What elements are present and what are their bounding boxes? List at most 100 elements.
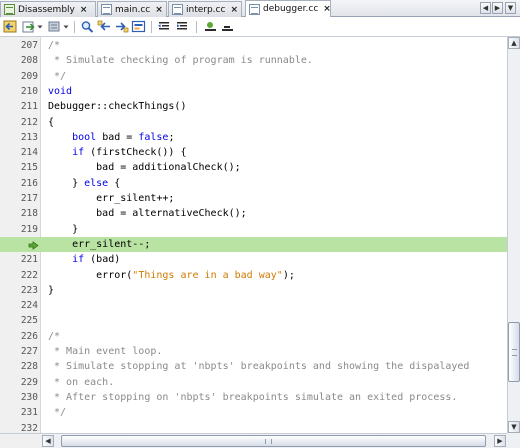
code-line[interactable]: 225 xyxy=(0,313,507,328)
macro-record-icon xyxy=(205,22,216,31)
shift-line-left-button[interactable] xyxy=(157,20,172,33)
code-line[interactable]: 211 Debugger::checkThings() xyxy=(0,99,507,114)
code-line[interactable]: 207 /* xyxy=(0,38,507,53)
code-text: Debugger::checkThings() xyxy=(48,99,186,114)
line-number: 223 xyxy=(20,284,38,296)
code-token: bad = alternativeCheck(); xyxy=(48,208,247,220)
scroll-up-button[interactable]: ▲ xyxy=(508,37,520,49)
keyword-token: false xyxy=(138,131,169,143)
code-line[interactable]: 212 { xyxy=(0,115,507,130)
code-text: bool bad = false; xyxy=(48,130,174,145)
code-line[interactable]: 217 err_silent++; xyxy=(0,191,507,206)
close-icon[interactable]: × xyxy=(155,5,163,15)
keyword-token: void xyxy=(48,85,73,97)
code-token: } xyxy=(48,223,79,235)
code-line[interactable]: 210 void xyxy=(0,84,507,99)
uncomment-button[interactable] xyxy=(220,20,235,33)
comment-token: * Simulate checking of program is runnab… xyxy=(48,55,313,67)
tab-label: Disassembly xyxy=(18,4,75,15)
scroll-tabs-left-button[interactable]: ◀ xyxy=(480,2,491,14)
comment-token: /* xyxy=(48,40,61,51)
tab-list-dropdown-button[interactable]: ▼ xyxy=(505,2,516,14)
line-number: 219 xyxy=(20,223,38,235)
code-line[interactable]: 224 xyxy=(0,298,507,313)
code-text: bad = additionalCheck(); xyxy=(48,160,241,175)
code-token: Debugger::checkThings() xyxy=(48,101,187,113)
code-text: error("Things are in a bad way"); xyxy=(48,268,295,283)
back-button[interactable] xyxy=(3,20,18,33)
code-token: err_silent--; xyxy=(48,238,151,250)
close-icon[interactable]: × xyxy=(80,5,88,15)
line-number: 218 xyxy=(20,208,38,220)
forward-dropdown[interactable] xyxy=(36,20,44,33)
scroll-tabs-right-button[interactable]: ▶ xyxy=(492,2,503,14)
previous-bookmark-icon xyxy=(97,20,110,31)
toggle-bookmark-icon xyxy=(131,20,146,33)
code-text: /* xyxy=(48,329,60,344)
find-button[interactable] xyxy=(80,20,95,33)
macro-stop-icon xyxy=(222,26,233,31)
toggle-highlight-button[interactable] xyxy=(131,20,146,33)
vertical-scrollbar[interactable]: ▲ ▼ xyxy=(507,37,520,433)
tab-label: interp.cc xyxy=(186,4,226,15)
tab-disassembly[interactable]: Disassembly × xyxy=(0,1,96,17)
scroll-down-button[interactable]: ▼ xyxy=(508,421,520,433)
code-line[interactable]: 221 if (bad) xyxy=(0,252,507,267)
tab-interp-cc[interactable]: interp.cc × xyxy=(168,1,242,17)
bookmarks-button[interactable] xyxy=(47,20,62,33)
code-line[interactable]: 208 * Simulate checking of program is ru… xyxy=(0,53,507,68)
code-editor[interactable]: 207 /* 208 * Simulate checking of program … xyxy=(0,37,507,433)
horizontal-scrollbar[interactable]: ◀ ▶ xyxy=(41,433,507,448)
bookmarks-dropdown[interactable] xyxy=(62,20,70,33)
code-line[interactable]: 218 bad = alternativeCheck(); xyxy=(0,206,507,221)
tab-debugger-cc[interactable]: debugger.cc × xyxy=(245,0,331,17)
code-line[interactable]: 222 error("Things are in a bad way"); xyxy=(0,268,507,283)
back-icon xyxy=(3,20,17,33)
tab-main-cc[interactable]: main.cc × xyxy=(97,1,167,17)
line-number: 211 xyxy=(20,101,38,113)
comment-token: */ xyxy=(48,70,67,82)
code-token: ; xyxy=(168,131,175,143)
cpp-file-icon xyxy=(172,4,183,15)
forward-button[interactable] xyxy=(22,20,37,33)
code-text: if (bad) xyxy=(48,252,120,267)
line-number: 226 xyxy=(20,330,38,342)
code-line[interactable]: 216 } else { xyxy=(0,176,507,191)
comment-button[interactable] xyxy=(203,20,218,33)
close-icon[interactable]: × xyxy=(323,4,331,14)
code-line[interactable]: 214 if (firstCheck()) { xyxy=(0,145,507,160)
code-line[interactable]: 227 * Main event loop. xyxy=(0,344,507,359)
toolbar-separator xyxy=(196,21,197,33)
keyword-token: if xyxy=(72,147,85,159)
current-execution-line[interactable]: err_silent--; xyxy=(0,236,507,253)
code-text: * Main event loop. xyxy=(48,344,162,359)
editor-toolbar xyxy=(0,17,520,37)
scroll-right-button[interactable]: ▶ xyxy=(494,435,506,447)
horizontal-scroll-thumb[interactable] xyxy=(61,435,486,447)
close-icon[interactable]: × xyxy=(230,5,238,15)
line-number: 232 xyxy=(20,422,38,434)
code-line[interactable]: 230 * After stopping on 'nbpts' breakpoi… xyxy=(0,390,507,405)
line-number: 207 xyxy=(20,40,38,51)
code-text: } xyxy=(48,283,54,298)
previous-occurrence-button[interactable] xyxy=(97,20,112,33)
shift-line-right-button[interactable] xyxy=(175,20,190,33)
code-line[interactable]: 213 bool bad = false; xyxy=(0,130,507,145)
code-text: } else { xyxy=(48,176,120,191)
code-line[interactable]: 232 xyxy=(0,421,507,434)
comment-token: * Simulate stopping at 'nbpts' breakpoin… xyxy=(48,361,470,373)
code-line[interactable]: 228 * Simulate stopping at 'nbpts' break… xyxy=(0,359,507,374)
code-line[interactable]: 209 */ xyxy=(0,69,507,84)
code-line[interactable]: 229 * on each. xyxy=(0,375,507,390)
comment-token: */ xyxy=(48,407,67,419)
code-line[interactable]: 219 } xyxy=(0,222,507,237)
code-line[interactable]: 231 */ xyxy=(0,405,507,420)
code-line[interactable]: 226 /* xyxy=(0,329,507,344)
code-line[interactable]: 215 bad = additionalCheck(); xyxy=(0,160,507,175)
vertical-scroll-thumb[interactable] xyxy=(508,322,520,382)
scroll-left-button[interactable]: ◀ xyxy=(42,435,54,447)
next-occurrence-button[interactable] xyxy=(114,20,129,33)
code-token: { xyxy=(108,177,121,189)
code-line[interactable]: 223} xyxy=(0,283,507,298)
